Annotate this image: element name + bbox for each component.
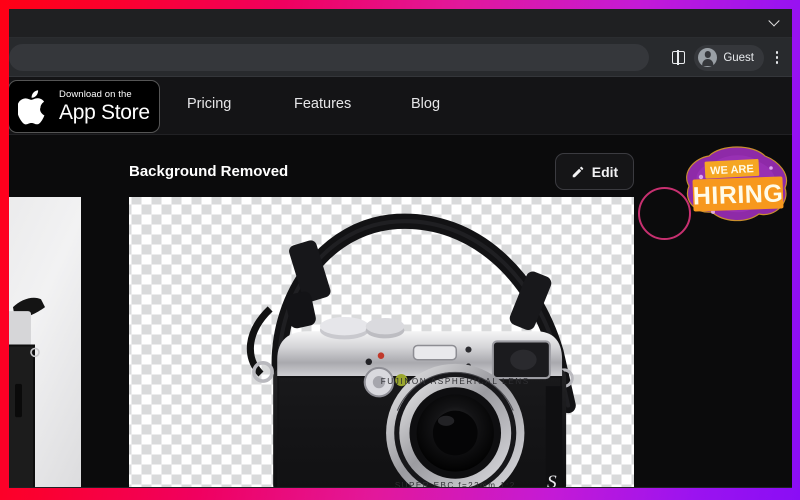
original-camera-graphic xyxy=(9,297,45,487)
nav-link-pricing[interactable]: Pricing xyxy=(187,96,231,112)
app-store-line2: App Store xyxy=(59,100,150,124)
app-store-badge-button[interactable]: Download on the App Store xyxy=(9,80,160,133)
site-navbar: Download on the App Store Pricing Featur… xyxy=(9,77,792,240)
pencil-icon xyxy=(572,166,584,177)
person-avatar-icon xyxy=(698,48,718,67)
browser-tab-strip xyxy=(9,9,792,38)
browser-toolbar: Guest xyxy=(9,38,792,77)
hiring-line2: HIRING xyxy=(692,179,783,210)
app-store-text: Download on the App Store xyxy=(59,90,150,123)
app-store-line1: Download on the xyxy=(59,89,132,101)
edit-button[interactable]: Edit xyxy=(555,153,634,190)
nav-link-blog[interactable]: Blog xyxy=(411,96,440,112)
svg-text:SUPER EBC f=23mm 1:2: SUPER EBC f=23mm 1:2 xyxy=(395,481,516,487)
edit-button-label: Edit xyxy=(591,163,619,180)
result-image-card[interactable]: FUJINON ASPHERICAL LENS SUPER EBC f=23mm… xyxy=(129,197,634,487)
gradient-frame: Guest Download on the App Store Pricing … xyxy=(0,0,800,500)
content-area: Background Removed Edit WE ARE HIRING FU… xyxy=(9,135,792,487)
profile-chip-button[interactable]: Guest xyxy=(694,44,764,71)
side-panel-icon[interactable] xyxy=(666,46,690,70)
hiring-line1: WE ARE xyxy=(710,163,754,177)
svg-text:FUJINON ASPHERICAL LENS: FUJINON ASPHERICAL LENS xyxy=(381,377,530,386)
nav-link-features[interactable]: Features xyxy=(294,96,351,112)
address-bar[interactable] xyxy=(9,44,649,71)
browser-window: Guest Download on the App Store Pricing … xyxy=(9,9,792,488)
profile-label: Guest xyxy=(723,51,754,64)
chevron-down-icon[interactable] xyxy=(767,15,781,30)
three-dot-menu-icon[interactable] xyxy=(768,45,786,71)
web-page: Download on the App Store Pricing Featur… xyxy=(9,77,792,487)
hiring-badge[interactable]: WE ARE HIRING xyxy=(679,142,792,224)
page-title: Background Removed xyxy=(129,163,289,180)
svg-text:S: S xyxy=(547,472,557,487)
camera-image: FUJINON ASPHERICAL LENS SUPER EBC f=23mm… xyxy=(246,213,576,487)
toolbar-right-group: Guest xyxy=(666,38,786,77)
original-image-preview[interactable] xyxy=(9,197,81,487)
click-ring-indicator xyxy=(638,187,691,240)
apple-logo-icon xyxy=(18,89,45,124)
